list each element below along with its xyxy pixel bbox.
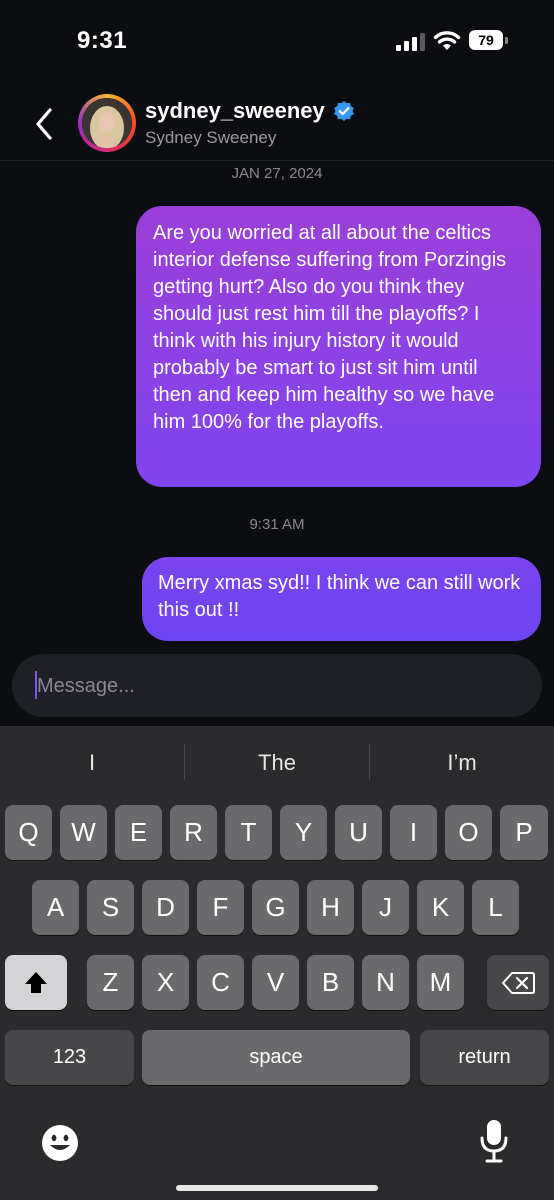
date-separator: JAN 27, 2024 [231,165,323,182]
header-username[interactable]: sydney_sweeney [145,98,325,124]
key-u[interactable]: U [335,805,382,860]
time-separator: 9:31 AM [249,516,305,533]
header-full-name: Sydney Sweeney [145,128,277,147]
key-n[interactable]: N [362,955,409,1010]
key-s[interactable]: S [87,880,134,935]
message-bubble-sent[interactable]: Merry xmas syd!! I think we can still wo… [142,557,541,641]
key-g[interactable]: G [252,880,299,935]
key-a[interactable]: A [32,880,79,935]
key-i[interactable]: I [390,805,437,860]
keyboard: I The I’m Q W E R T Y U I O P A S D F G … [0,726,554,1200]
emoji-icon[interactable] [40,1123,80,1163]
key-o[interactable]: O [445,805,492,860]
wifi-icon [433,31,461,50]
key-d[interactable]: D [142,880,189,935]
key-m[interactable]: M [417,955,464,1010]
key-h[interactable]: H [307,880,354,935]
back-chevron-icon[interactable] [30,104,60,144]
shift-key[interactable] [5,955,67,1010]
verified-badge-icon [334,101,354,121]
suggestion-2[interactable]: The [185,726,369,800]
microphone-icon[interactable] [478,1118,510,1164]
key-w[interactable]: W [60,805,107,860]
profile-photo-icon [82,98,132,148]
message-input[interactable] [35,654,519,719]
key-k[interactable]: K [417,880,464,935]
suggestion-3[interactable]: I’m [370,726,554,800]
shift-arrow-icon [25,971,47,993]
key-t[interactable]: T [225,805,272,860]
key-z[interactable]: Z [87,955,134,1010]
key-f[interactable]: F [197,880,244,935]
numbers-key[interactable]: 123 [5,1030,134,1085]
home-indicator[interactable] [176,1185,378,1191]
key-y[interactable]: Y [280,805,327,860]
cellular-signal-icon [396,33,425,51]
key-v[interactable]: V [252,955,299,1010]
key-j[interactable]: J [362,880,409,935]
return-key[interactable]: return [420,1030,549,1085]
delete-key[interactable] [487,955,549,1010]
key-l[interactable]: L [472,880,519,935]
key-x[interactable]: X [142,955,189,1010]
key-p[interactable]: P [500,805,548,860]
key-q[interactable]: Q [5,805,52,860]
key-c[interactable]: C [197,955,244,1010]
status-bar: 9:31 79 [0,0,554,90]
key-r[interactable]: R [170,805,217,860]
battery-icon: 79 [469,30,509,52]
battery-level: 79 [469,30,503,50]
message-bubble-sent[interactable]: Are you worried at all about the celtics… [136,206,541,487]
space-key[interactable]: space [142,1030,410,1085]
backspace-icon [502,971,535,994]
suggestion-1[interactable]: I [0,726,184,800]
status-time: 9:31 [77,27,128,54]
avatar[interactable] [78,94,136,152]
key-b[interactable]: B [307,955,354,1010]
message-composer [12,654,542,719]
chat-header: sydney_sweeney Sydney Sweeney [0,90,554,161]
key-e[interactable]: E [115,805,162,860]
